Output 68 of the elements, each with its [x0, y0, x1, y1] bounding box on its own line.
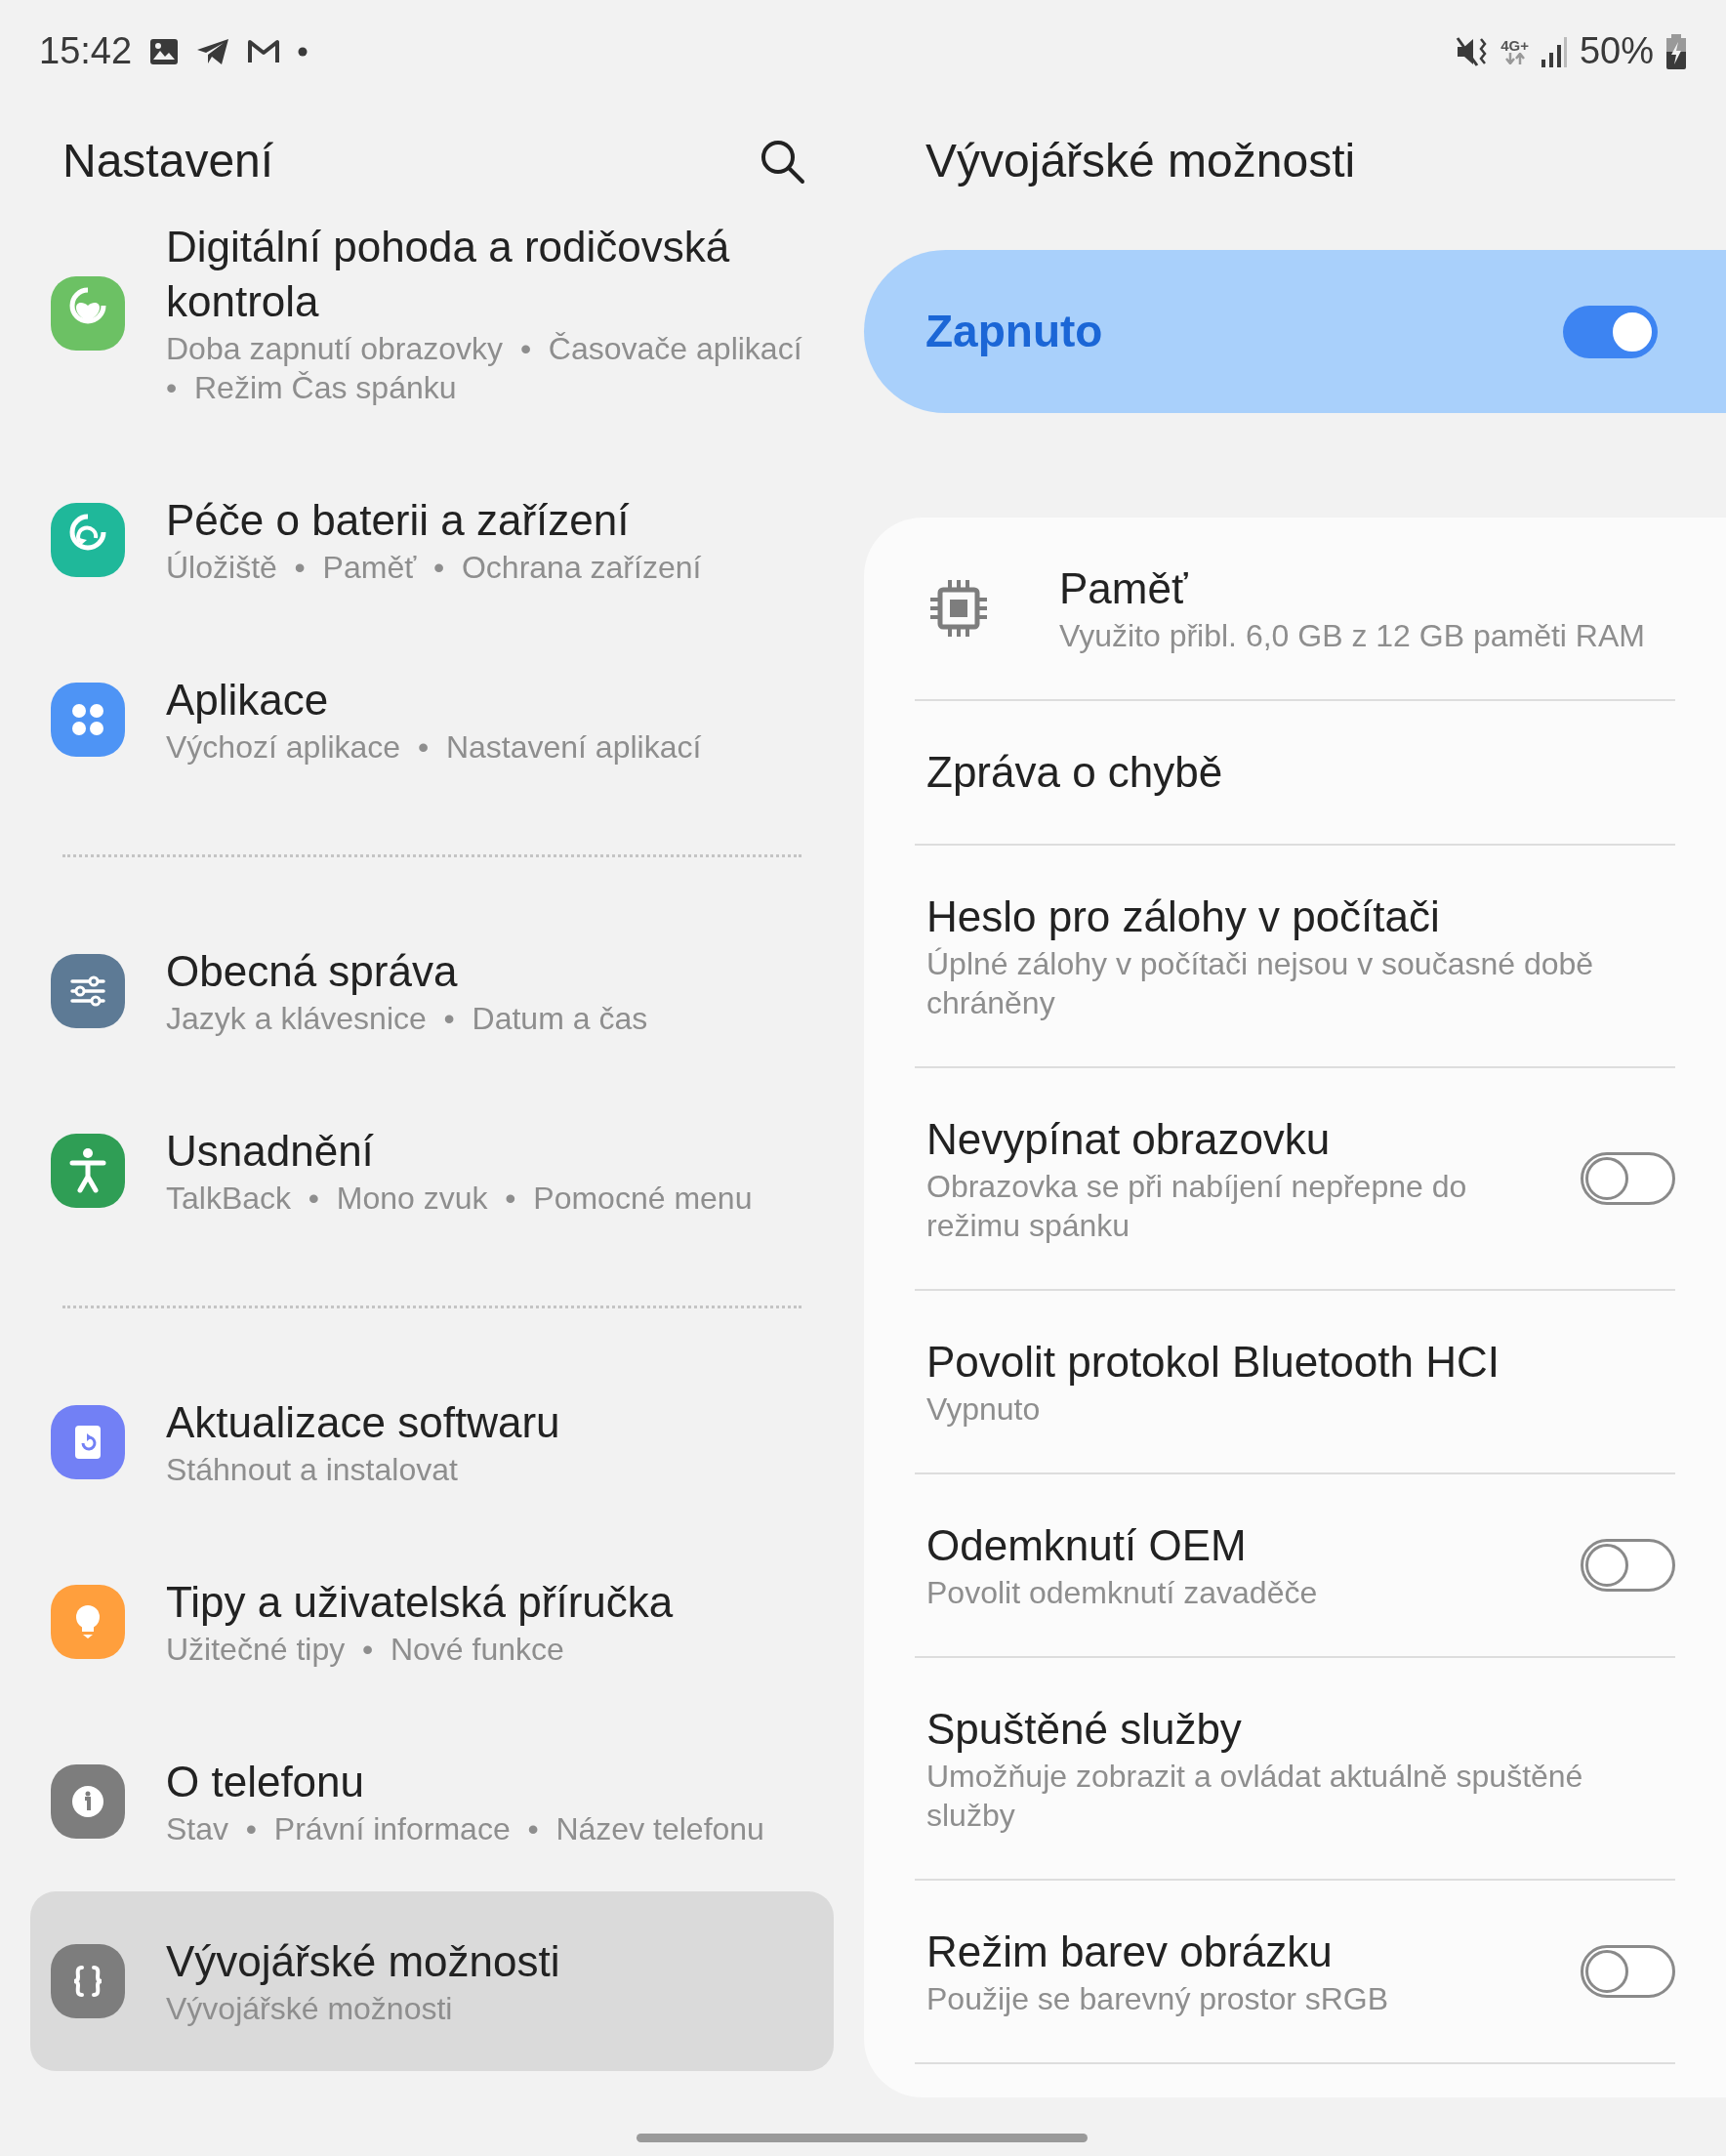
item-subtitle: Doba zapnutí obrazovky • Časovače aplikací • Režim Čas spánku [166, 330, 803, 407]
item-subtitle: Stav • Právní informace • Název telefonu [166, 1810, 764, 1848]
item-title: Péče o baterii a zařízení [166, 495, 631, 546]
option-title: Povolit protokol Bluetooth HCI [926, 1337, 1500, 1388]
toggle-switch[interactable] [1581, 1152, 1675, 1205]
settings-title: Nastavení [62, 134, 274, 188]
option-row[interactable]: Režim barev obrázku Použije se barevný prostor sRGB [915, 1879, 1675, 2062]
option-subtitle: Obrazovka se při nabíjení nepřepne do režimu spánku [926, 1168, 1468, 1245]
option-title: Spuštěné služby [926, 1704, 1243, 1755]
settings-item[interactable]: O telefonu Stav • Právní informace • Název telefonu [30, 1712, 834, 1891]
option-row[interactable]: Spuštěné služby Umožňuje zobrazit a ovládat aktuálně spuštěné služby [915, 1656, 1675, 1879]
item-title: Digitální pohoda a rodičovská kontrola [166, 222, 731, 327]
toggle-switch[interactable] [1563, 305, 1658, 358]
option-subtitle: Použije se barevný prostor sRGB [926, 1980, 1390, 2018]
option-title: Zpráva o chybě [926, 747, 1224, 798]
item-title: Tipy a uživatelská příručka [166, 1577, 674, 1628]
item-title: O telefonu [166, 1757, 366, 1807]
settings-item[interactable]: Obecná správa Jazyk a klávesnice • Datum a čas [30, 901, 834, 1081]
settings-item[interactable]: Digitální pohoda a rodičovská kontrola Doba zapnutí obrazovky • Časovače aplikací • Režim Čas spánku [30, 220, 834, 450]
option-title: Odemknutí OEM [926, 1520, 1248, 1571]
option-row[interactable]: Zpráva o chybě [915, 699, 1675, 844]
signal-icon [1540, 35, 1568, 67]
search-icon[interactable] [759, 138, 805, 185]
settings-item[interactable]: Vývojářské možnosti Vývojářské možnosti [30, 1891, 834, 2071]
option-row[interactable]: Povolit protokol Bluetooth HCI Vypnuto [915, 1289, 1675, 1472]
settings-item[interactable]: Usnadnění TalkBack • Mono zvuk • Pomocné menu [30, 1081, 834, 1261]
item-title: Obecná správa [166, 946, 459, 997]
settings-item[interactable]: Péče o baterii a zařízení Úložiště • Paměť • Ochrana zařízení [30, 450, 834, 630]
option-row[interactable]: Odemknutí OEM Povolit odemknutí zavaděče [915, 1472, 1675, 1656]
option-subtitle: Povolit odemknutí zavaděče [926, 1574, 1319, 1612]
option-title: Režim barev obrázku [926, 1927, 1334, 1977]
network-type: 4G+ [1500, 38, 1529, 53]
item-title: Aktualizace softwaru [166, 1397, 560, 1448]
option-subtitle: Úplné zálohy v počítači nejsou v současné době chráněny [926, 945, 1595, 1022]
item-title: Usnadnění [166, 1126, 375, 1177]
item-subtitle: Úložiště • Paměť • Ochrana zařízení [166, 549, 702, 587]
option-subtitle: Umožňuje zobrazit a ovládat aktuálně spuštěné služby [926, 1758, 1584, 1835]
page-title: Vývojářské možnosti [925, 134, 1356, 188]
option-title: Nevypínat obrazovku [926, 1114, 1332, 1165]
item-subtitle: TalkBack • Mono zvuk • Pomocné menu [166, 1180, 753, 1218]
data-arrows-icon [1503, 53, 1526, 64]
settings-item[interactable]: Aktualizace softwaru Stáhnout a instalovat [30, 1352, 834, 1532]
battery-charging-icon [1665, 33, 1687, 69]
item-subtitle: Vývojářské možnosti [166, 1990, 454, 2028]
option-title: Heslo pro zálohy v počítači [926, 891, 1441, 942]
item-subtitle: Užitečné tipy • Nové funkce [166, 1631, 565, 1669]
option-row[interactable]: Paměť Využito přibl. 6,0 GB z 12 GB paměti RAM [915, 518, 1675, 699]
option-row[interactable]: Nevypínat obrazovku Obrazovka se při nabíjení nepřepne do režimu spánku [915, 1066, 1675, 1289]
switch-label: Zapnuto [925, 305, 1103, 358]
item-subtitle: Výchozí aplikace • Nastavení aplikací [166, 728, 702, 767]
paper-plane-icon [196, 37, 230, 65]
item-title: Aplikace [166, 675, 330, 726]
item-title: Vývojářské možnosti [166, 1936, 560, 1987]
toggle-switch[interactable] [1581, 1945, 1675, 1998]
battery-percent: 50% [1579, 29, 1654, 73]
item-subtitle: Stáhnout a instalovat [166, 1451, 459, 1489]
option-subtitle: Vypnuto [926, 1390, 1042, 1429]
item-subtitle: Jazyk a klávesnice • Datum a čas [166, 1000, 648, 1038]
image-icon [149, 37, 180, 65]
mail-icon [247, 38, 281, 64]
option-subtitle: Využito přibl. 6,0 GB z 12 GB paměti RAM [1059, 617, 1646, 655]
dot-icon [298, 46, 308, 57]
clock: 15:42 [39, 29, 133, 73]
settings-item[interactable]: Aplikace Výchozí aplikace • Nastavení aplikací [30, 630, 834, 809]
toggle-switch[interactable] [1581, 1539, 1675, 1592]
option-row[interactable]: Heslo pro zálohy v počítači Úplné zálohy v počítači nejsou v současné době chráněny [915, 844, 1675, 1066]
settings-item[interactable]: Tipy a uživatelská příručka Užitečné tipy • Nové funkce [30, 1532, 834, 1712]
option-title: Paměť [1059, 563, 1189, 614]
